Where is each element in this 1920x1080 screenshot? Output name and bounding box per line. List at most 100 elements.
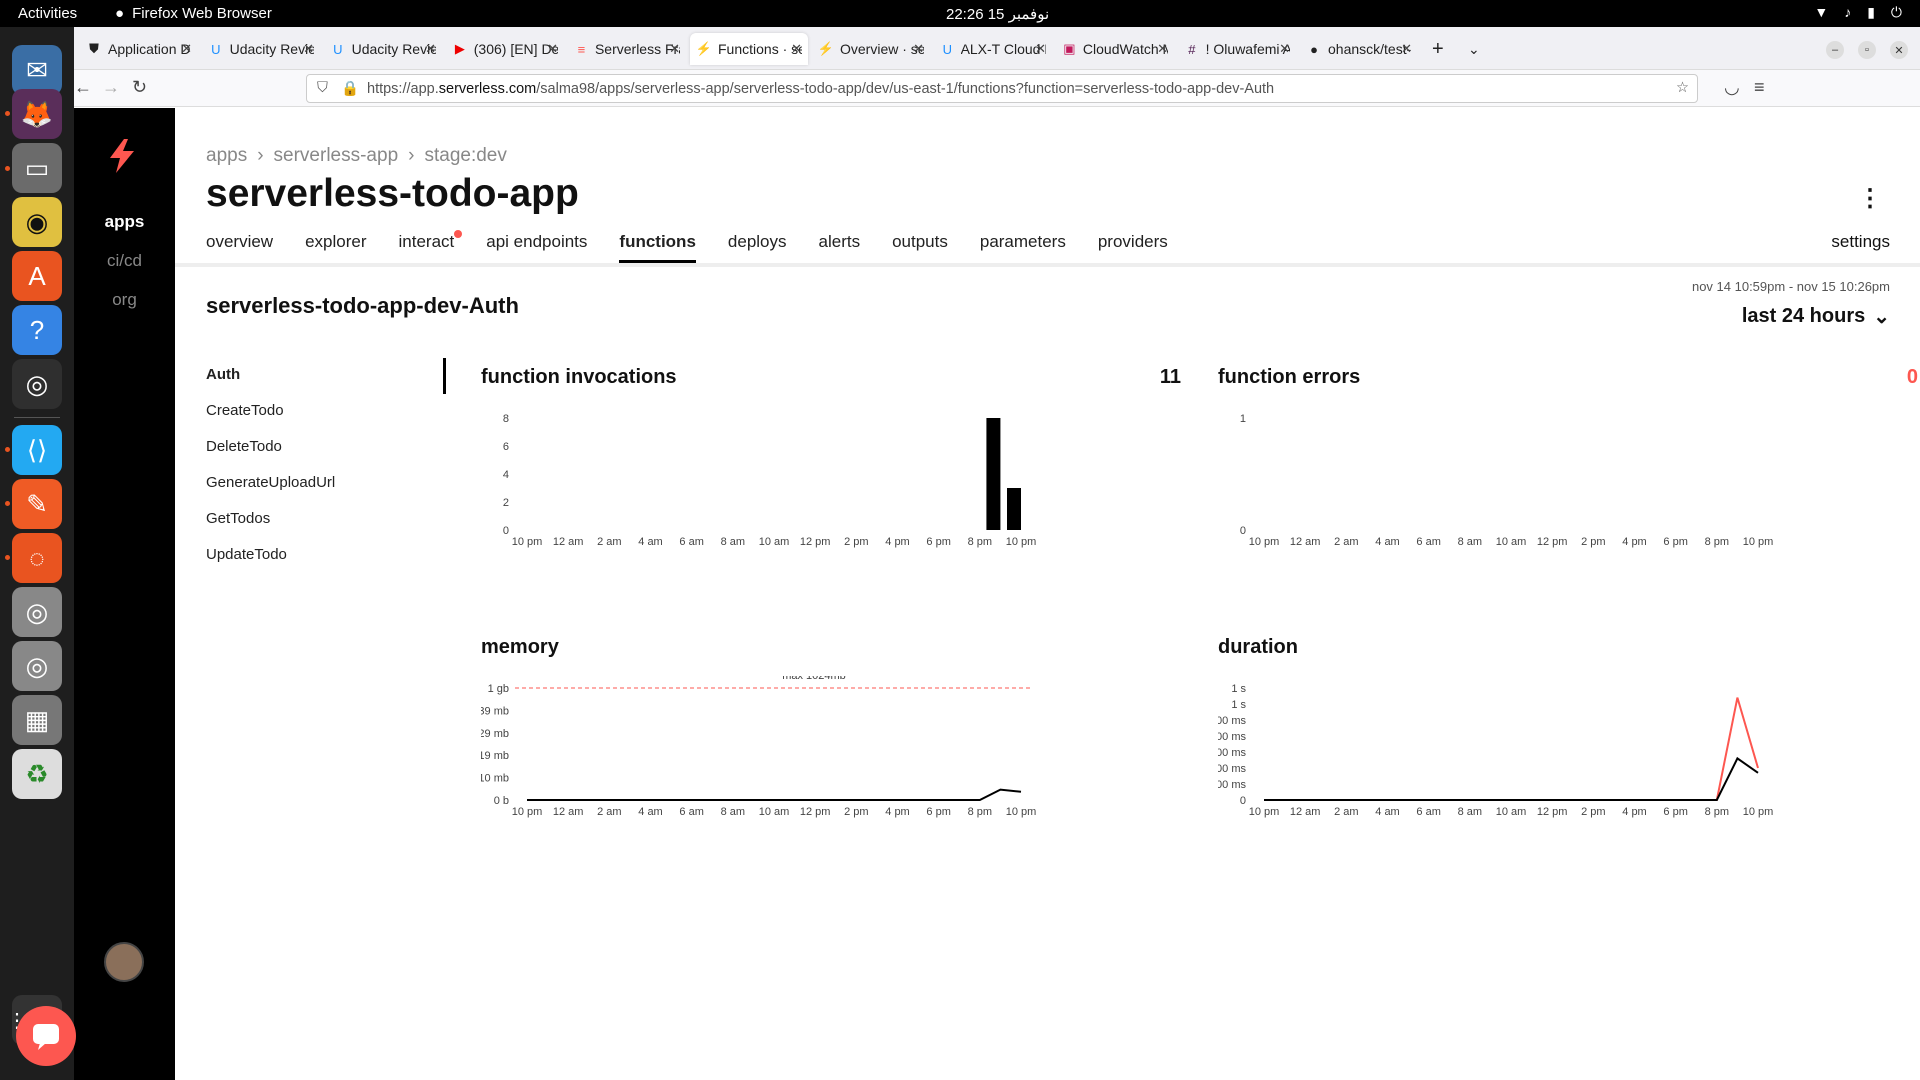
- errors-chart: 10 pm 12 am 2 am 4 am 6 am 8 am 10 am 12 pm 2 pm…: [1240, 413, 1773, 548]
- close-icon[interactable]: ✕: [303, 41, 314, 57]
- function-item-createtodo[interactable]: CreateTodo: [206, 402, 335, 438]
- function-item-auth[interactable]: Auth: [206, 366, 335, 402]
- close-icon[interactable]: ✕: [1157, 41, 1168, 57]
- maximize-button[interactable]: ▫: [1858, 41, 1876, 59]
- minimize-button[interactable]: –: [1826, 41, 1844, 59]
- close-icon[interactable]: ✕: [913, 41, 924, 57]
- x-tick-label: 8 pm: [968, 806, 992, 818]
- activities-button[interactable]: Activities: [18, 5, 77, 22]
- close-icon[interactable]: ✕: [547, 41, 558, 57]
- menu-icon[interactable]: ≡: [1754, 77, 1765, 98]
- firefox-icon: ●: [115, 5, 125, 22]
- tab-overview[interactable]: overview: [206, 232, 273, 263]
- serverless-logo-icon[interactable]: [102, 136, 142, 176]
- series-line: [1264, 756, 1759, 801]
- tab-alerts[interactable]: alerts: [819, 232, 861, 263]
- chat-icon: [33, 1024, 59, 1050]
- function-item-updatetodo[interactable]: UpdateTodo: [206, 546, 335, 582]
- browser-tab[interactable]: U Udacity Revie ✕: [202, 33, 320, 65]
- tab-explorer[interactable]: explorer: [305, 232, 366, 263]
- sidebar-item-org[interactable]: org: [74, 290, 175, 310]
- system-tray[interactable]: ▼ ♪ ▮ ⏻: [1814, 4, 1902, 21]
- avatar[interactable]: [104, 942, 144, 982]
- function-item-generateuploadurl[interactable]: GenerateUploadUrl: [206, 474, 335, 510]
- files-icon[interactable]: ▭: [12, 143, 62, 193]
- breadcrumb-stage[interactable]: stage:dev: [424, 145, 506, 167]
- pocket-icon[interactable]: ◡: [1724, 77, 1740, 98]
- x-tick-label: 10 am: [1496, 806, 1527, 818]
- sidebar-item-cicd[interactable]: ci/cd: [74, 251, 175, 271]
- browser-tab[interactable]: ▶ (306) [EN] De ✕: [446, 33, 564, 65]
- x-tick-label: 10 pm: [1006, 536, 1037, 548]
- forward-button[interactable]: →: [102, 77, 120, 98]
- notification-dot: [454, 230, 463, 238]
- function-item-deletetodo[interactable]: DeleteTodo: [206, 438, 335, 474]
- trash-icon[interactable]: ♻: [12, 749, 62, 799]
- browser-tab[interactable]: U Udacity Revie ✕: [324, 33, 442, 65]
- bookmark-star-icon[interactable]: ☆: [1676, 80, 1689, 96]
- y-tick-label: 839 mb: [481, 705, 509, 717]
- ssd-icon[interactable]: ▦: [12, 695, 62, 745]
- focused-app-menu[interactable]: ● Firefox Web Browser: [115, 5, 272, 22]
- duration-title: duration: [1218, 636, 1298, 658]
- browser-tab[interactable]: U ALX-T Cloud D ✕: [934, 33, 1052, 65]
- running-indicator: [5, 166, 10, 171]
- chrome-icon[interactable]: ◎: [12, 359, 62, 409]
- lock-icon[interactable]: 🔒: [341, 80, 359, 97]
- y-tick-label: 200 ms: [1218, 763, 1246, 775]
- browser-tab[interactable]: #! Oluwafemi A ✕: [1178, 33, 1296, 65]
- close-icon[interactable]: ✕: [791, 41, 802, 57]
- tab-interact[interactable]: interact: [399, 230, 463, 263]
- help-icon[interactable]: ?: [12, 305, 62, 355]
- browser-tab[interactable]: ⛊ Application D ✕: [80, 33, 198, 65]
- x-tick-label: 4 am: [1375, 806, 1399, 818]
- browser-tab[interactable]: ≡ Serverless Fra ✕: [568, 33, 686, 65]
- browser-tab[interactable]: ▣ CloudWatch M ✕: [1056, 33, 1174, 65]
- rhythmbox-icon[interactable]: ◉: [12, 197, 62, 247]
- breadcrumb-apps[interactable]: apps: [206, 145, 247, 167]
- tab-outputs[interactable]: outputs: [892, 232, 948, 263]
- errors-total: 0: [1906, 366, 1918, 388]
- tab-functions[interactable]: functions: [619, 232, 696, 263]
- invocations-total: 11: [1159, 366, 1181, 388]
- reload-button[interactable]: ↻: [132, 77, 147, 98]
- disk-icon[interactable]: ◎: [12, 587, 62, 637]
- software-center-icon[interactable]: A: [12, 251, 62, 301]
- postman-icon[interactable]: ✎: [12, 479, 62, 529]
- list-tabs-button[interactable]: ⌄: [1462, 33, 1492, 65]
- close-icon[interactable]: ✕: [1035, 41, 1046, 57]
- url-bar[interactable]: ⛉ 🔒 https://app. serverless.com/salma98/a…: [306, 74, 1698, 103]
- more-options-icon[interactable]: ⋮: [1858, 184, 1882, 213]
- close-icon[interactable]: ✕: [181, 41, 192, 57]
- tab-deploys[interactable]: deploys: [728, 232, 787, 263]
- browser-tab[interactable]: ● ohansck/test- ✕: [1300, 33, 1418, 65]
- close-icon[interactable]: ✕: [1401, 41, 1412, 57]
- new-tab-button[interactable]: +: [1426, 33, 1456, 65]
- x-tick-label: 8 am: [721, 536, 745, 548]
- tab-api-endpoints[interactable]: api endpoints: [486, 232, 587, 263]
- close-icon[interactable]: ✕: [669, 41, 680, 57]
- browser-tab-active[interactable]: ⚡ Functions · se ✕: [690, 33, 808, 65]
- time-range-selector[interactable]: last 24 hours ⌄: [1742, 304, 1890, 329]
- tab-parameters[interactable]: parameters: [980, 232, 1066, 263]
- clock[interactable]: 22:26 15 نوفمبر: [946, 5, 1049, 23]
- back-button[interactable]: ←: [74, 77, 92, 98]
- breadcrumb-app[interactable]: serverless-app: [274, 145, 399, 167]
- close-icon[interactable]: ✕: [1279, 41, 1290, 57]
- chat-button[interactable]: [16, 1006, 76, 1066]
- vscode-icon[interactable]: ⟨⟩: [12, 425, 62, 475]
- firefox-icon[interactable]: 🦊: [12, 89, 62, 139]
- thunderbird-icon[interactable]: ✉: [12, 45, 62, 95]
- ubuntu-icon[interactable]: ◌: [12, 533, 62, 583]
- function-item-gettodos[interactable]: GetTodos: [206, 510, 335, 546]
- tab-settings[interactable]: settings: [1831, 232, 1890, 252]
- invocations-chart: 10 pm 12 am 2 am 4 am 6 am 8 am 10 am 12 pm 2 pm…: [503, 413, 1037, 548]
- tab-providers[interactable]: providers: [1098, 232, 1168, 263]
- close-window-button[interactable]: ✕: [1890, 41, 1908, 59]
- tracking-protection-icon[interactable]: ⛉: [317, 80, 328, 96]
- y-tick-label: 4: [503, 469, 509, 481]
- sidebar-item-apps[interactable]: apps: [74, 212, 175, 232]
- close-icon[interactable]: ✕: [425, 41, 436, 57]
- browser-tab[interactable]: ⚡ Overview · se ✕: [812, 33, 930, 65]
- disk-icon[interactable]: ◎: [12, 641, 62, 691]
